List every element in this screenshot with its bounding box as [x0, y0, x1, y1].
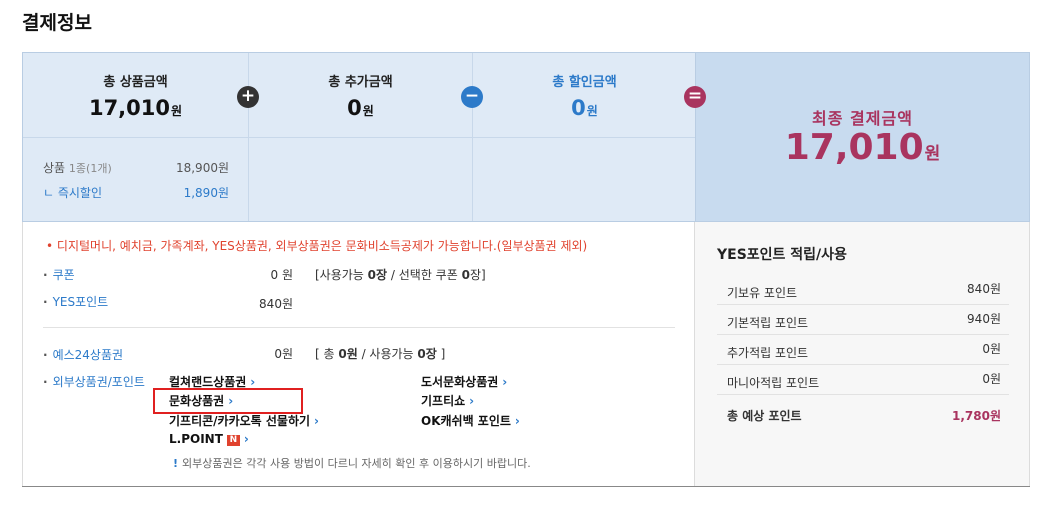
- points-row: 기본적립 포인트 940원: [717, 305, 1009, 335]
- detail-instant-discount: ㄴ 즉시할인 1,890원: [43, 186, 229, 200]
- chevron-right-icon: ›: [469, 394, 475, 408]
- plus-icon: +: [237, 86, 259, 108]
- chevron-right-icon: ›: [514, 414, 520, 428]
- points-row: 마니아적립 포인트 0원: [717, 365, 1009, 395]
- yes24-giftcard-amount: 0원: [274, 347, 293, 361]
- product-total-value: 17,010원: [88, 96, 183, 120]
- final-total-value: 17,010원: [784, 127, 941, 168]
- discount-value: 0원: [571, 96, 598, 120]
- additional-value: 0원: [347, 96, 374, 120]
- exclamation-icon: !: [173, 457, 179, 470]
- external-giftcard-label: 외부상품권/포인트: [43, 373, 145, 390]
- chevron-right-icon: ›: [243, 432, 249, 446]
- highlight-box: [153, 388, 303, 414]
- chevron-right-icon: ›: [314, 414, 319, 428]
- external-warning: ! 외부상품권은 각각 사용 방법이 다르니 자세히 확인 후 이용하시기 바랍니…: [173, 457, 531, 470]
- lpoint-link[interactable]: L.POINT N ›: [169, 432, 249, 446]
- detail-product: 상품 1종(1개) 18,900원: [43, 161, 229, 175]
- page-title: 결제정보: [22, 12, 92, 34]
- yes-point-amount: 840원: [259, 297, 293, 311]
- coupon-amount: 0 원: [270, 268, 294, 282]
- ok-cashbag-link[interactable]: OK캐쉬백 포인트 ›: [421, 412, 520, 429]
- points-title: YES포인트 적립/사용: [717, 247, 847, 263]
- points-row: 추가적립 포인트 0원: [717, 335, 1009, 365]
- points-row: 기보유 포인트 840원: [717, 275, 1009, 305]
- payment-methods-panel: • 디지털머니, 예치금, 가족계좌, YES상품권, 외부상품권은 문화비소득…: [22, 222, 694, 486]
- equal-icon: =: [684, 86, 706, 108]
- chevron-right-icon: ›: [250, 375, 256, 389]
- discount-label: 총 할인금액: [552, 75, 617, 90]
- yes24-giftcard-info: [ 총 0원 / 사용가능 0장 ]: [315, 347, 446, 361]
- product-total-column: 총 상품금액 17,010원 상품 1종(1개) 18,900원 ㄴ 즉시할인 …: [23, 53, 248, 221]
- chevron-right-icon: ›: [502, 375, 508, 389]
- discount-column: 총 할인금액 0원: [472, 53, 696, 221]
- gifticon-kakao-link[interactable]: 기프티콘/카카오톡 선물하기 ›: [169, 412, 319, 429]
- points-total-row: 총 예상 포인트 1,780원: [727, 409, 1001, 423]
- final-total-column: 최종 결제금액 17,010원: [695, 53, 1029, 221]
- deduction-notice: • 디지털머니, 예치금, 가족계좌, YES상품권, 외부상품권은 문화비소득…: [46, 239, 588, 253]
- yes24-giftcard-link[interactable]: 예스24상품권: [43, 346, 123, 363]
- bottom-divider: [22, 486, 1030, 487]
- additional-label: 총 추가금액: [328, 75, 393, 90]
- yes-point-link[interactable]: YES포인트: [43, 293, 109, 310]
- n-badge-icon: N: [226, 435, 240, 446]
- final-total-label: 최종 결제금액: [812, 109, 913, 128]
- points-panel: YES포인트 적립/사용 기보유 포인트 840원 기본적립 포인트 940원 추가…: [694, 222, 1030, 486]
- payment-summary: 총 상품금액 17,010원 상품 1종(1개) 18,900원 ㄴ 즉시할인 …: [22, 52, 1030, 222]
- section-divider: [43, 327, 675, 328]
- book-culture-link[interactable]: 도서문화상품권 ›: [421, 373, 507, 390]
- coupon-info: [사용가능 0장 / 선택한 쿠폰 0장]: [315, 268, 486, 282]
- giftishow-link[interactable]: 기프티쇼 ›: [421, 392, 474, 409]
- product-total-label: 총 상품금액: [103, 75, 168, 90]
- minus-icon: −: [461, 86, 483, 108]
- coupon-link[interactable]: 쿠폰: [43, 266, 75, 283]
- additional-column: 총 추가금액 0원: [248, 53, 472, 221]
